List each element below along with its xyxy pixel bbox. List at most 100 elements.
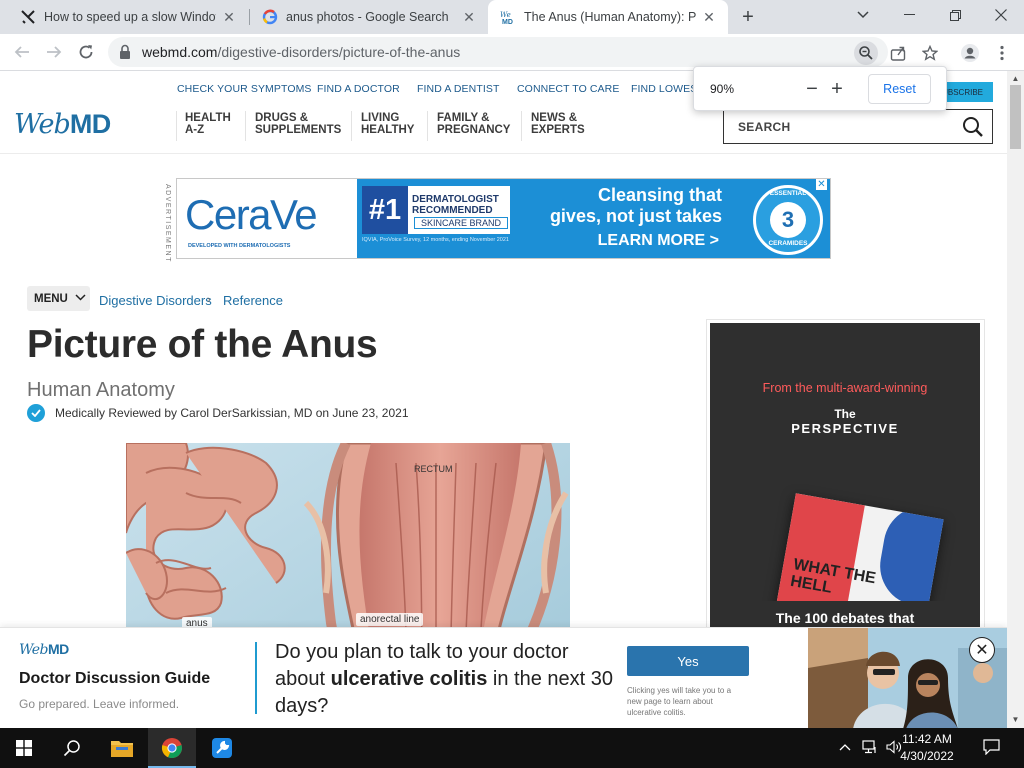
logo-md: MD	[69, 109, 112, 139]
lock-icon[interactable]	[118, 44, 134, 60]
breadcrumb-chevron-icon: ›	[207, 294, 211, 306]
url-host: webmd.com	[142, 44, 218, 60]
tab-google-search[interactable]: anus photos - Google Search ✕	[250, 0, 488, 34]
webmd-favicon-icon: We MD	[500, 9, 516, 25]
doctor-discussion-banner: WebMD Doctor Discussion Guide Go prepare…	[0, 627, 1007, 728]
ad-learn-more[interactable]: LEARN MORE >	[517, 232, 719, 250]
cerave-ad-banner[interactable]: CeraVe DEVELOPED WITH DERMATOLOGISTS #1 …	[176, 178, 831, 259]
guide-subtitle: Go prepared. Leave informed.	[19, 697, 180, 711]
breadcrumb-reference[interactable]: Reference	[223, 293, 283, 308]
banner-webmd-logo: WebMD	[19, 641, 69, 658]
forward-arrow-icon[interactable]	[40, 38, 68, 66]
url-path: /digestive-disorders/picture-of-the-anus	[217, 44, 461, 60]
adchoices-close-icon[interactable]: ✕	[816, 179, 827, 190]
restore-button[interactable]	[932, 0, 978, 30]
chrome-taskbar-icon[interactable]	[148, 728, 196, 768]
taskbar-clock[interactable]: 11:42 AM 4/30/2022	[896, 731, 958, 765]
link-find-doctor[interactable]: FIND A DOCTOR	[317, 83, 400, 95]
medical-review-line: Medically Reviewed by Carol DerSarkissia…	[27, 404, 409, 422]
ad-fine-print: IQVIA, ProVoice Survey, 12 months, endin…	[362, 237, 509, 243]
verified-check-icon	[27, 404, 45, 422]
badge-line: DERMATOLOGIST	[412, 194, 499, 205]
profile-avatar-icon[interactable]	[958, 41, 982, 65]
site-search-input[interactable]: SEARCH	[723, 109, 993, 144]
google-icon	[262, 9, 278, 25]
tab-search-chevron-icon[interactable]	[840, 0, 886, 30]
nav-line: SUPPLEMENTS	[255, 124, 342, 136]
nav-family-pregnancy[interactable]: FAMILY & PREGNANCY	[437, 112, 510, 136]
header-divider	[0, 153, 1007, 154]
svg-text:MD: MD	[502, 19, 513, 25]
search-icon[interactable]	[962, 116, 984, 141]
close-icon[interactable]: ✕	[460, 8, 478, 26]
tab-speed-up-windows[interactable]: How to speed up a slow Window ✕	[8, 0, 248, 34]
side-ad-line1: From the multi-award-winning	[762, 381, 928, 395]
bookmark-star-icon[interactable]	[918, 41, 942, 65]
windows-start-icon[interactable]	[0, 728, 48, 768]
close-window-button[interactable]	[978, 0, 1024, 30]
ad-headline-line: gives, not just takes	[549, 206, 722, 226]
share-icon[interactable]	[886, 41, 910, 65]
nav-divider	[351, 111, 352, 141]
notifications-icon[interactable]	[983, 739, 1000, 758]
nav-health-az[interactable]: HEALTH A-Z	[185, 112, 231, 136]
tray-chevron-up-icon[interactable]	[839, 740, 851, 754]
taskbar-search-icon[interactable]	[48, 728, 96, 768]
nav-drugs-supplements[interactable]: DRUGS & SUPPLEMENTS	[255, 112, 341, 136]
scroll-thumb[interactable]	[1010, 85, 1021, 149]
zoom-in-button[interactable]: +	[826, 78, 848, 100]
nav-line: FAMILY &	[437, 112, 490, 124]
close-icon[interactable]: ✕	[700, 8, 718, 26]
link-connect-to-care[interactable]: CONNECT TO CARE	[517, 83, 619, 95]
logo-web: Web	[19, 642, 49, 658]
link-check-symptoms[interactable]: CHECK YOUR SYMPTOMS	[177, 83, 312, 95]
link-find-dentist[interactable]: FIND A DENTIST	[417, 83, 500, 95]
banner-fine-print: Clicking yes will take you to a new page…	[627, 686, 732, 717]
banner-question: Do you plan to talk to your doctor about…	[275, 639, 620, 720]
back-arrow-icon[interactable]	[8, 38, 36, 66]
breadcrumb-digestive-disorders[interactable]: Digestive Disorders	[99, 293, 212, 308]
nav-divider	[427, 111, 428, 141]
ad-badge: #1 DERMATOLOGIST RECOMMENDED SKINCARE BRA…	[362, 186, 510, 234]
address-bar[interactable]: webmd.com/digestive-disorders/picture-of…	[108, 37, 888, 67]
nav-divider	[176, 111, 177, 141]
close-icon[interactable]: ✕	[220, 8, 238, 26]
nav-line: DRUGS &	[255, 112, 309, 124]
badge-number: #1	[362, 186, 408, 234]
yes-button[interactable]: Yes	[627, 646, 749, 676]
app-wrench-taskbar-icon[interactable]	[198, 728, 246, 768]
new-tab-button[interactable]: +	[736, 5, 760, 29]
webpage: CHECK YOUR SYMPTOMS FIND A DOCTOR FIND A…	[0, 71, 1007, 728]
nav-line: HEALTH	[185, 112, 231, 124]
scroll-up-arrow-icon[interactable]: ▲	[1007, 71, 1024, 85]
tools-icon	[20, 9, 36, 25]
reviewed-text: Medically Reviewed by Carol DerSarkissia…	[55, 406, 409, 420]
advertisement-label: ADVERTISEMENT	[164, 184, 171, 263]
minimize-button[interactable]	[886, 0, 932, 30]
nav-living-healthy[interactable]: LIVING HEALTHY	[361, 112, 414, 136]
page-title: Picture of the Anus	[27, 323, 378, 366]
article-menu-button[interactable]: MENU	[27, 286, 90, 311]
webmd-logo[interactable]: WebMD	[14, 109, 111, 140]
nav-line: EXPERTS	[531, 124, 585, 136]
scroll-down-arrow-icon[interactable]: ▼	[1007, 712, 1024, 726]
chevron-down-icon	[75, 293, 86, 304]
badge-text: DERMATOLOGIST RECOMMENDED	[412, 194, 499, 216]
search-placeholder: SEARCH	[738, 119, 791, 134]
kebab-menu-icon[interactable]	[990, 41, 1014, 65]
page-scrollbar[interactable]: ▲ ▼	[1007, 71, 1024, 728]
zoom-out-button[interactable]: −	[801, 78, 823, 100]
banner-close-button[interactable]: ✕	[969, 637, 995, 663]
network-icon[interactable]	[862, 740, 878, 757]
zoom-magnifier-icon[interactable]	[854, 41, 878, 65]
zoom-reset-button[interactable]: Reset	[868, 74, 931, 104]
nav-divider	[521, 111, 522, 141]
banner-divider	[255, 642, 257, 714]
tab-webmd-anus[interactable]: We MD The Anus (Human Anatomy): Pict ✕	[488, 0, 728, 34]
book-blue-panel	[873, 499, 944, 613]
cerave-subline: DEVELOPED WITH DERMATOLOGISTS	[188, 243, 291, 249]
nav-line: PREGNANCY	[437, 124, 511, 136]
file-explorer-icon[interactable]	[98, 728, 146, 768]
reload-icon[interactable]	[72, 38, 100, 66]
nav-news-experts[interactable]: NEWS & EXPERTS	[531, 112, 585, 136]
